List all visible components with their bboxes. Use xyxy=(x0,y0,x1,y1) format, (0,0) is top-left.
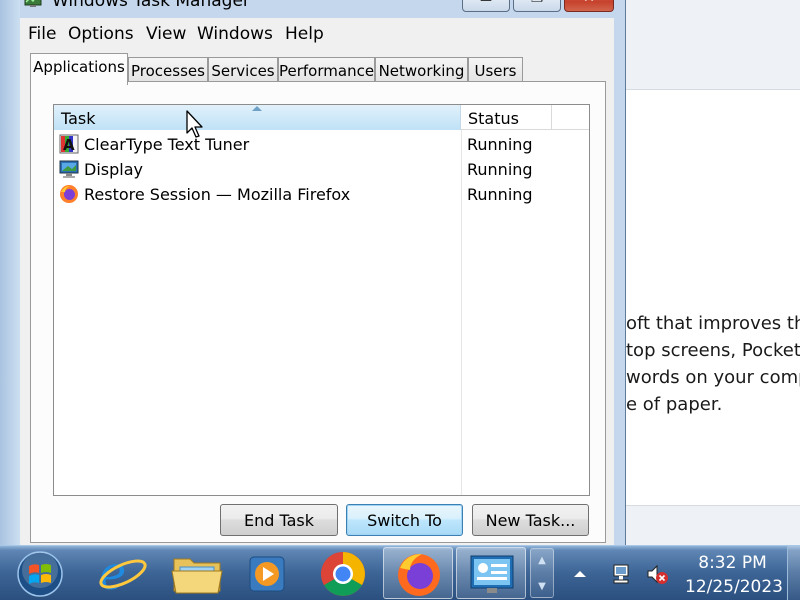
task-name: Display xyxy=(84,160,143,179)
window-frame xyxy=(0,0,20,546)
task-status: Running xyxy=(467,135,533,154)
window-title: Windows Task Manager xyxy=(52,0,250,11)
menu-view[interactable]: View xyxy=(146,24,186,44)
tab-services[interactable]: Services xyxy=(208,57,278,84)
menu-options[interactable]: Options xyxy=(68,24,134,44)
column-header-task[interactable]: Task xyxy=(54,105,461,130)
background-window-toolbar xyxy=(626,0,800,90)
tab-users[interactable]: Users xyxy=(468,57,523,84)
menu-bar: File Options View Windows Help xyxy=(20,18,614,48)
task-list[interactable]: Task Status A ClearType Text Tuner Runni… xyxy=(53,104,590,496)
applications-tab-panel: Task Status A ClearType Text Tuner Runni… xyxy=(30,81,606,543)
background-text-line: oft that improves the xyxy=(626,313,800,334)
column-header-status[interactable]: Status xyxy=(462,105,552,130)
firefox-icon xyxy=(398,554,440,596)
minimize-icon: ▬ xyxy=(463,0,509,6)
close-icon: ✕ xyxy=(565,0,613,6)
taskbar-media-player[interactable] xyxy=(232,547,302,599)
table-row[interactable]: A ClearType Text Tuner Running xyxy=(54,132,589,157)
tab-applications[interactable]: Applications xyxy=(30,53,128,85)
task-name: Restore Session — Mozilla Firefox xyxy=(84,185,351,204)
network-icon[interactable] xyxy=(609,562,633,586)
clock-time[interactable]: 8:32 PM xyxy=(685,553,780,573)
menu-file[interactable]: File xyxy=(28,24,56,44)
new-task-button[interactable]: New Task... xyxy=(472,504,589,536)
background-text-line: words on your comp xyxy=(626,367,800,388)
close-button[interactable]: ✕ xyxy=(564,0,614,12)
background-text-line: e of paper. xyxy=(626,394,723,415)
minimize-button[interactable]: ▬ xyxy=(462,0,510,12)
media-player-icon xyxy=(249,556,285,592)
mouse-pointer-icon xyxy=(186,110,203,138)
table-row[interactable]: Restore Session — Mozilla Firefox Runnin… xyxy=(54,182,589,207)
show-desktop-button[interactable] xyxy=(787,546,800,600)
taskbar-internet-explorer[interactable]: e xyxy=(88,546,158,600)
switch-to-button[interactable]: Switch To xyxy=(346,504,463,536)
end-task-button[interactable]: End Task xyxy=(220,504,338,536)
task-status: Running xyxy=(467,185,533,204)
firefox-icon xyxy=(60,185,78,203)
chrome-icon xyxy=(321,552,365,596)
internet-explorer-icon: e xyxy=(99,546,147,600)
volume-muted-icon[interactable] xyxy=(645,562,669,586)
tab-processes[interactable]: Processes xyxy=(128,57,208,84)
tab-performance[interactable]: Performance xyxy=(278,57,375,84)
scroll-down-icon: ▼ xyxy=(538,581,546,592)
background-window-footer xyxy=(626,505,800,545)
background-document-text: oft that improves the top screens, Pocke… xyxy=(626,310,800,418)
show-hidden-icons-icon[interactable] xyxy=(568,562,592,586)
svg-text:e: e xyxy=(99,547,126,599)
menu-help[interactable]: Help xyxy=(285,24,324,44)
background-document-window[interactable]: oft that improves the top screens, Pocke… xyxy=(626,0,800,545)
menu-windows[interactable]: Windows xyxy=(197,24,273,44)
task-name: ClearType Text Tuner xyxy=(84,135,250,154)
maximize-button[interactable]: ❐ xyxy=(513,0,561,12)
table-row[interactable]: Display Running xyxy=(54,157,589,182)
taskbar-firefox[interactable] xyxy=(383,547,453,599)
background-text-line: top screens, Pocket xyxy=(626,340,800,361)
taskbar-windows-explorer[interactable] xyxy=(162,547,232,599)
windows-explorer-icon xyxy=(171,558,223,594)
taskbar-scroll-buttons[interactable]: ▲ ▼ xyxy=(530,548,554,598)
svg-text:A: A xyxy=(63,136,75,154)
sort-ascending-icon xyxy=(252,106,262,111)
column-header-status-label: Status xyxy=(468,109,519,128)
taskbar-control-panel[interactable] xyxy=(456,547,526,599)
client-area: File Options View Windows Help Applicati… xyxy=(20,18,614,546)
maximize-icon: ❐ xyxy=(514,0,560,6)
start-orb-icon[interactable] xyxy=(12,548,68,598)
list-header: Task Status xyxy=(54,105,589,130)
scroll-up-icon: ▲ xyxy=(538,555,546,566)
column-header-task-label: Task xyxy=(61,109,96,128)
task-manager-app-icon xyxy=(24,0,42,7)
taskbar: e ▲ ▼ 8:32 PM 12/25/2023 xyxy=(0,545,800,600)
display-icon xyxy=(59,160,79,178)
task-manager-window: Windows Task Manager ▬ ❐ ✕ File Options … xyxy=(0,0,626,546)
taskbar-chrome[interactable] xyxy=(308,547,378,599)
cleartype-icon: A xyxy=(59,134,79,154)
control-panel-icon xyxy=(470,555,514,593)
title-bar[interactable]: Windows Task Manager ▬ ❐ ✕ xyxy=(0,0,626,18)
tab-networking[interactable]: Networking xyxy=(375,57,468,84)
task-status: Running xyxy=(467,160,533,179)
clock-date[interactable]: 12/25/2023 xyxy=(685,577,783,597)
